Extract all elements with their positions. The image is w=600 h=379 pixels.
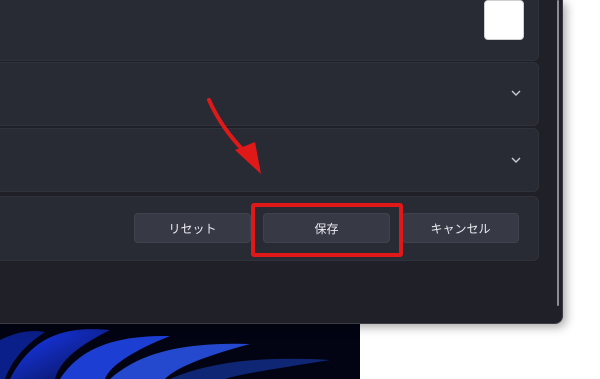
settings-window: リセット 保存 キャンセル xyxy=(0,0,563,324)
scrollbar[interactable] xyxy=(557,0,559,306)
chevron-down-icon xyxy=(511,90,521,96)
color-swatch-button[interactable] xyxy=(484,0,524,40)
chevron-down-icon xyxy=(511,157,521,163)
cancel-button[interactable]: キャンセル xyxy=(402,213,519,243)
reset-button[interactable]: リセット xyxy=(134,213,251,243)
color-setting-row xyxy=(0,0,539,61)
red-arrow-icon xyxy=(207,98,261,174)
save-highlight-box xyxy=(251,203,403,257)
